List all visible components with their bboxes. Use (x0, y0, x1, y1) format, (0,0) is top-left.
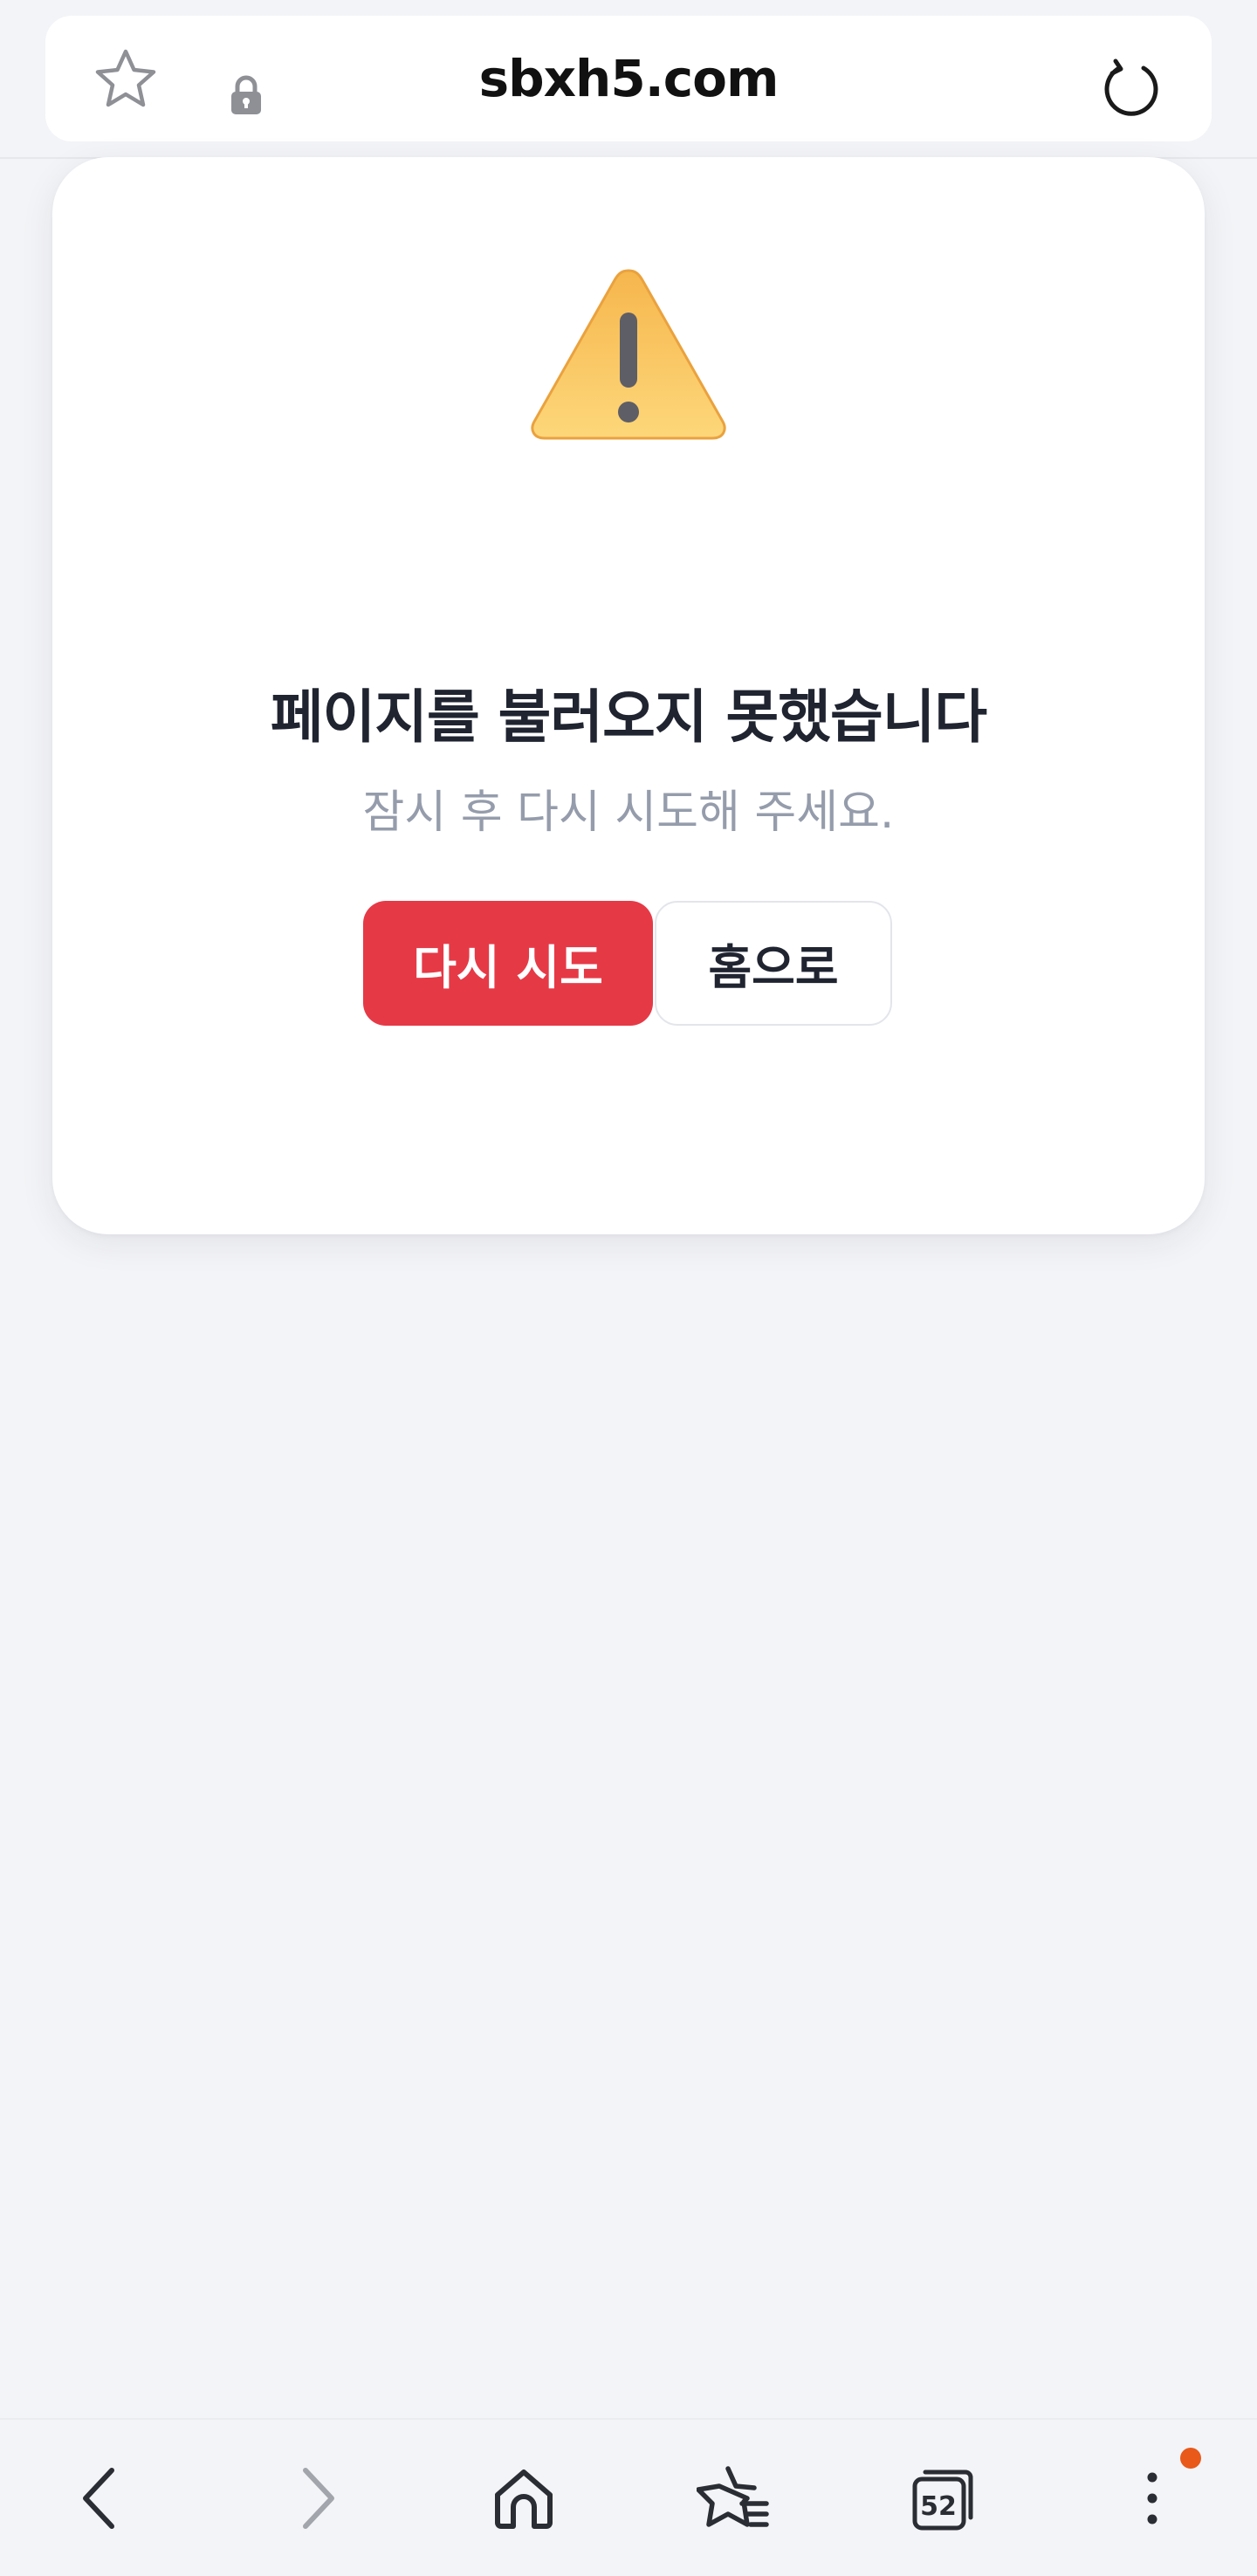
back-button[interactable] (49, 2455, 154, 2542)
tabs-button[interactable]: 52 (890, 2455, 995, 2542)
home-button[interactable]: 홈으로 (655, 901, 892, 1026)
home-icon (495, 2470, 553, 2529)
home-nav-button[interactable] (471, 2455, 576, 2542)
chevron-right-icon (303, 2468, 334, 2529)
url-text: sbxh5.com (478, 49, 780, 108)
star-list-icon (697, 2466, 769, 2527)
bookmarks-button[interactable] (681, 2455, 786, 2542)
bottom-navigation-bar: 52 (0, 2418, 1257, 2576)
lock-icon (227, 73, 265, 117)
notification-badge (1180, 2448, 1201, 2469)
error-subtitle: 잠시 후 다시 시도해 주세요. (362, 787, 895, 839)
browser-toolbar: sbxh5.com (0, 0, 1257, 157)
more-vertical-icon (1147, 2472, 1157, 2524)
reload-icon[interactable] (1095, 51, 1168, 124)
address-bar[interactable]: sbxh5.com (45, 16, 1212, 141)
tab-count: 52 (920, 2490, 957, 2522)
retry-button[interactable]: 다시 시도 (363, 901, 653, 1026)
chevron-left-icon (83, 2468, 114, 2529)
bookmark-star-icon[interactable] (89, 49, 162, 107)
error-title: 페이지를 불러오지 못했습니다 (270, 683, 987, 751)
warning-icon (524, 262, 733, 445)
forward-button[interactable] (264, 2455, 368, 2542)
